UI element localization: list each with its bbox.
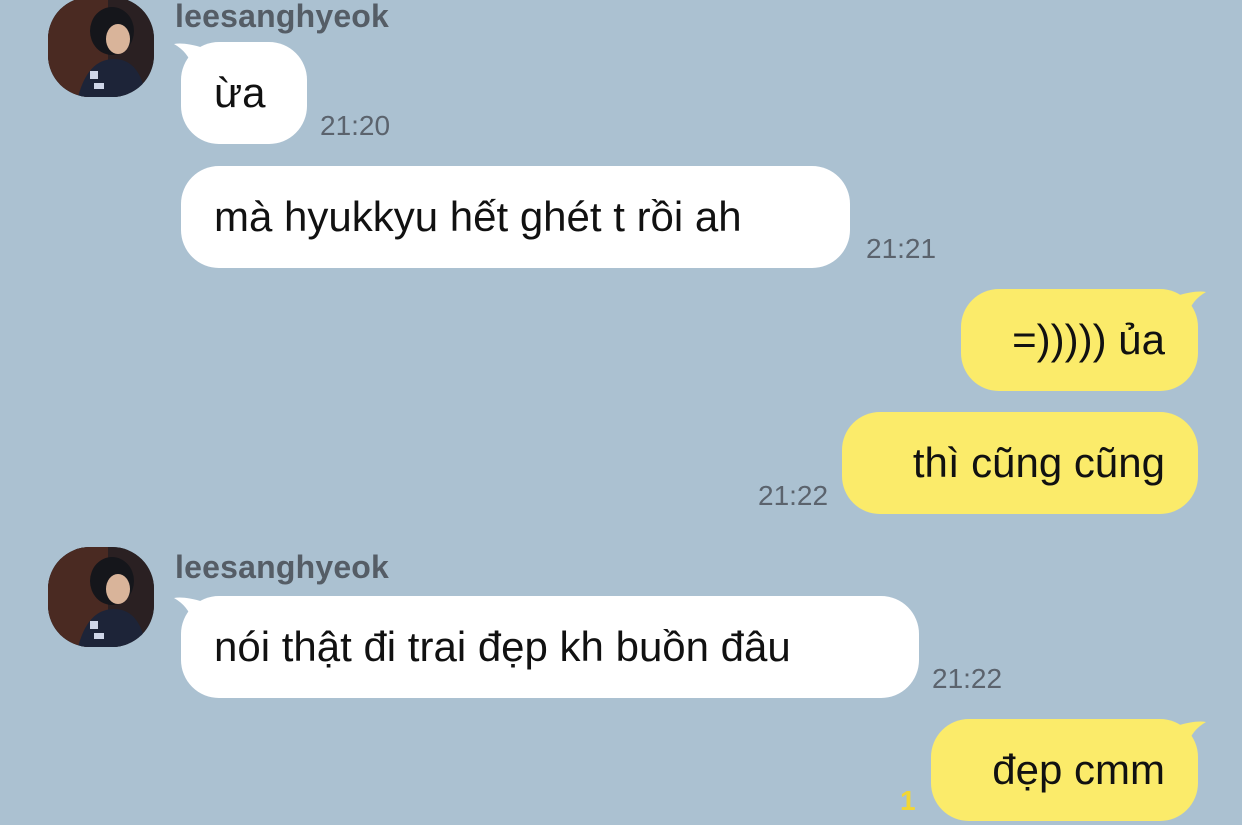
message-bubble-outgoing[interactable]: đẹp cmm bbox=[931, 719, 1198, 821]
sender-avatar[interactable] bbox=[48, 0, 154, 97]
message-bubble-outgoing[interactable]: =))))) ủa bbox=[961, 289, 1198, 391]
sender-avatar[interactable] bbox=[48, 547, 154, 647]
sender-name: leesanghyeok bbox=[175, 0, 390, 34]
message-time: 21:22 bbox=[932, 663, 1003, 694]
message-bubble-outgoing[interactable]: thì cũng cũng bbox=[842, 412, 1198, 514]
message-time: 21:20 bbox=[320, 110, 391, 141]
unread-count: 1 bbox=[900, 785, 916, 816]
avatar-photo-icon bbox=[48, 547, 154, 647]
message-bubble-incoming[interactable]: nói thật đi trai đẹp kh buồn đâu bbox=[181, 596, 919, 698]
message-time: 21:21 bbox=[866, 233, 937, 264]
message-bubble-incoming[interactable]: ừa bbox=[181, 42, 307, 144]
avatar-photo-icon bbox=[48, 0, 154, 97]
message-bubble-incoming[interactable]: mà hyukkyu hết ghét t rồi ah bbox=[181, 166, 850, 268]
message-time: 21:22 bbox=[758, 480, 829, 511]
sender-name: leesanghyeok bbox=[175, 549, 390, 585]
chat-view[interactable]: leesanghyeok ừa 21:20 mà hyukkyu hết ghé… bbox=[0, 0, 1242, 825]
